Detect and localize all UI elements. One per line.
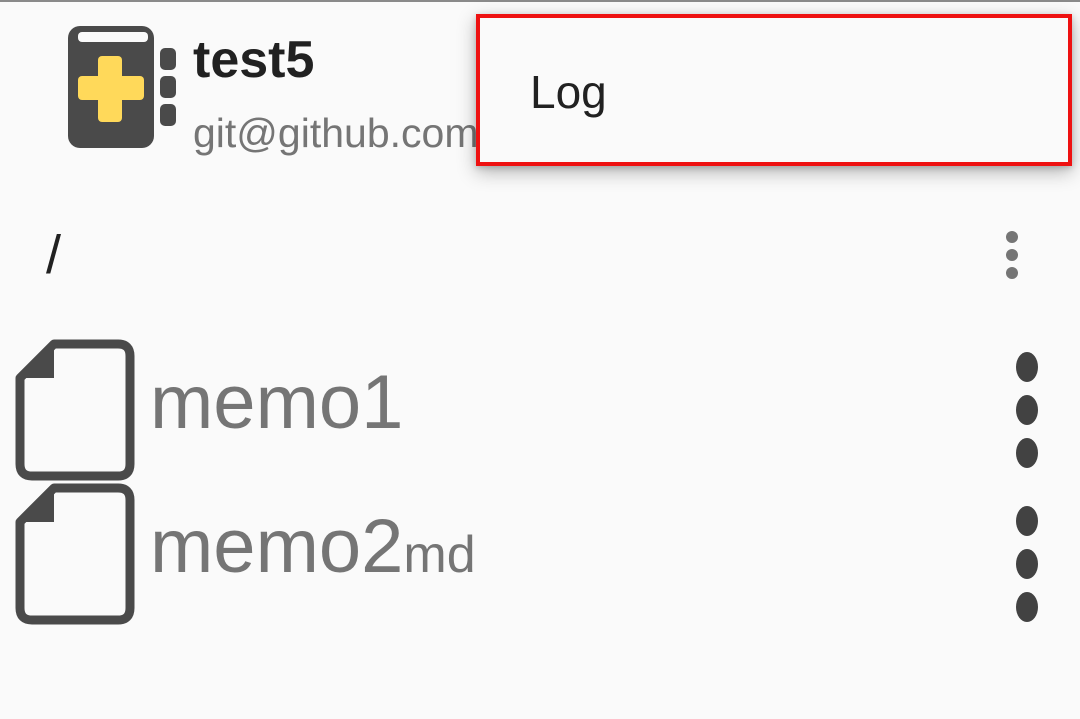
- file-row-memo2[interactable]: memo2md: [0, 482, 1080, 626]
- file-name: memo2md: [150, 502, 476, 600]
- path-row: /: [0, 215, 1080, 295]
- file-more-vert-icon[interactable]: [1004, 492, 1050, 622]
- app-logo-icon: [66, 26, 178, 150]
- overflow-dot: [1016, 395, 1038, 425]
- path-more-vert-icon[interactable]: [994, 225, 1034, 289]
- overflow-dot: [1016, 352, 1038, 382]
- repo-name: test5: [193, 31, 315, 89]
- file-icon: [14, 338, 136, 482]
- file-extension: md: [403, 526, 476, 584]
- repo-url: git@github.com: [193, 110, 479, 156]
- overflow-dot: [1016, 549, 1038, 579]
- overflow-dot: [1016, 506, 1038, 536]
- popup-menu: Log: [476, 14, 1072, 166]
- overflow-dot: [1016, 438, 1038, 468]
- file-name: memo1: [150, 358, 403, 456]
- overflow-dot: [1006, 231, 1018, 243]
- file-more-vert-icon[interactable]: [1004, 348, 1050, 472]
- menu-item-log[interactable]: Log: [476, 14, 1072, 166]
- menu-item-label: Log: [530, 66, 607, 118]
- file-basename: memo1: [150, 360, 404, 445]
- overflow-dot: [1016, 592, 1038, 622]
- file-basename: memo2: [150, 504, 404, 589]
- file-icon: [14, 482, 136, 626]
- file-row-memo1[interactable]: memo1: [0, 338, 1080, 482]
- overflow-dot: [1006, 249, 1018, 261]
- current-path: /: [46, 225, 62, 285]
- overflow-dot: [1006, 267, 1018, 279]
